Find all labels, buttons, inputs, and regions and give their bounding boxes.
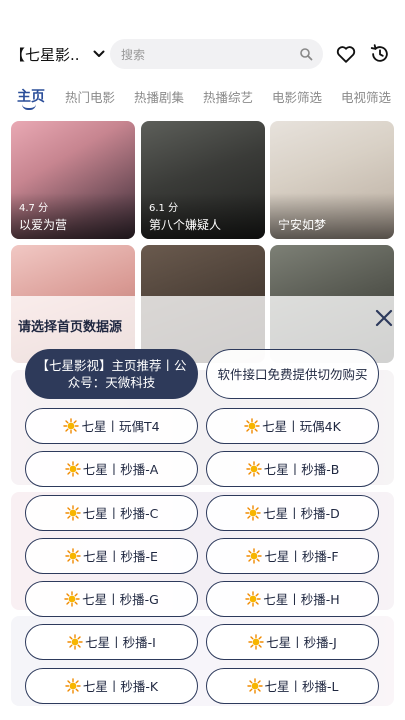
sun-icon [248,634,264,650]
poster-rating: 6.1 分 [149,203,179,214]
poster-title: 以爱为营 [19,218,68,232]
tab-home[interactable]: 主页 [17,86,45,106]
source-option-main[interactable]: 【七星影视】主页推荐丨公众号：天微科技 [25,349,198,399]
source-option-notice[interactable]: 软件接口免费提供切勿购买 [206,349,379,399]
source-option[interactable]: 七星丨秒播-H [206,581,379,617]
sun-icon [64,505,81,521]
poster-rating: 4.7 分 [19,203,49,214]
sun-icon [246,461,262,477]
source-option[interactable]: 七星丨秒播-K [25,668,198,704]
sun-icon [65,461,81,477]
tab-hot-movies[interactable]: 热门电影 [65,87,115,106]
source-label: 【七星影.. [10,45,80,64]
sun-icon [246,548,263,564]
poster-card[interactable]: 宁安如梦 [270,121,394,239]
sun-icon [64,591,80,607]
sun-icon [65,678,81,694]
option-label: 七星丨秒播-K [82,678,159,694]
tab-tv-filter[interactable]: 电视筛选 [341,87,391,106]
source-option[interactable]: 七星丨秒播-E [25,538,198,574]
source-option[interactable]: 七星丨秒播-C [25,495,198,531]
sun-icon [63,418,80,434]
option-label: 七星丨秒播-E [83,548,158,564]
sun-icon [67,634,83,650]
category-tabs: 主页 热门电影 热播剧集 热播综艺 电影筛选 电视筛选 [0,84,405,110]
poster-card[interactable]: 4.7 分 以爱为营 [11,121,135,239]
source-option[interactable]: 七星丨秒播-A [25,451,198,487]
source-option[interactable]: 七星丨秒播-D [206,495,379,531]
source-option[interactable]: 七星丨秒播-L [206,668,379,704]
option-label: 七星丨秒播-G [82,591,159,607]
option-label: 七星丨秒播-C [82,505,159,521]
option-label: 七星丨秒播-F [264,548,339,564]
option-label: 七星丨玩偶T4 [81,418,160,434]
sun-icon [65,548,81,564]
option-label: 七星丨秒播-L [264,678,339,694]
tab-hot-variety[interactable]: 热播综艺 [203,87,253,106]
poster-card[interactable]: 6.1 分 第八个嫌疑人 [141,121,265,239]
source-option[interactable]: 七星丨秒播-B [206,451,379,487]
search-placeholder: 搜索 [121,47,146,62]
source-selector[interactable]: 【七星影.. [10,36,106,72]
option-label: 七星丨秒播-J [266,634,337,650]
tab-movie-filter[interactable]: 电影筛选 [272,87,322,106]
sheet-title: 请选择首页数据源 [18,320,123,335]
source-option[interactable]: 七星丨玩偶4K [206,408,379,444]
source-option[interactable]: 七星丨玩偶T4 [25,408,198,444]
heart-icon[interactable] [335,43,357,65]
option-label: 七星丨秒播-B [263,461,340,477]
option-label: 七星丨秒播-D [263,505,340,521]
chevron-down-icon [93,50,105,57]
option-label: 七星丨秒播-H [263,591,340,607]
sun-icon [245,591,261,607]
sun-icon [245,505,261,521]
close-icon[interactable] [372,306,396,330]
poster-title: 第八个嫌疑人 [149,218,222,232]
sun-icon [246,678,263,694]
option-label: 七星丨秒播-I [85,634,156,650]
history-icon[interactable] [369,43,391,65]
sun-icon [244,418,260,434]
option-label: 软件接口免费提供切勿购买 [217,366,368,382]
source-option[interactable]: 七星丨秒播-F [206,538,379,574]
tab-hot-series[interactable]: 热播剧集 [134,87,184,106]
option-label: 【七星影视】主页推荐丨公众号：天微科技 [36,358,187,390]
option-label: 七星丨秒播-A [82,461,159,477]
option-label: 七星丨玩偶4K [262,418,341,434]
source-option[interactable]: 七星丨秒播-J [206,624,379,660]
search-icon [300,48,313,61]
source-option[interactable]: 七星丨秒播-I [25,624,198,660]
search-input[interactable]: 搜索 [110,39,323,69]
poster-title: 宁安如梦 [278,218,327,232]
top-bar: 【七星影.. 搜索 [0,36,405,72]
source-option[interactable]: 七星丨秒播-G [25,581,198,617]
